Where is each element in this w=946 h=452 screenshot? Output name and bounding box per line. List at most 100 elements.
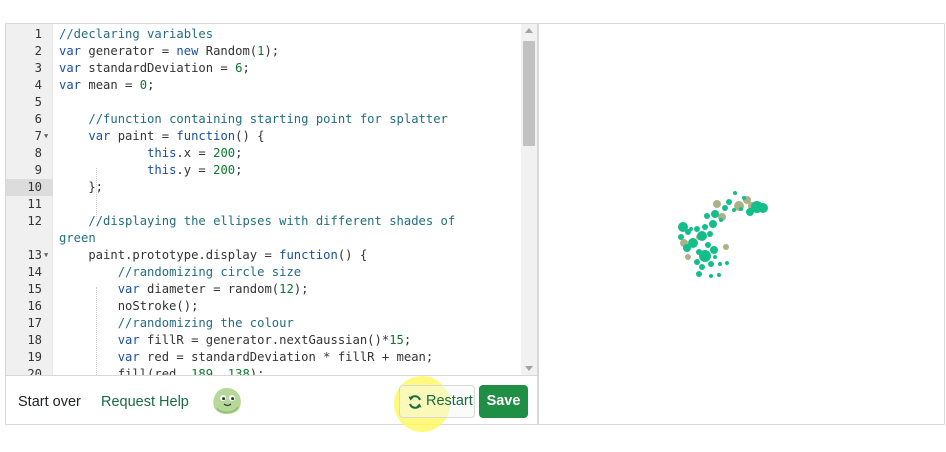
- code-line[interactable]: 7 ▼ var paint = function() {: [6, 128, 522, 145]
- indent-guide: [96, 168, 97, 219]
- save-button[interactable]: Save: [479, 385, 528, 418]
- code-line[interactable]: 6 //function containing starting point f…: [6, 111, 522, 128]
- fold-arrow-icon[interactable]: ▼: [44, 247, 48, 264]
- scroll-down-icon[interactable]: [525, 366, 533, 371]
- code-token: new: [176, 44, 199, 58]
- code-token: );: [249, 367, 265, 375]
- code-token: .x =: [176, 146, 214, 160]
- indent-guide: [96, 287, 97, 375]
- code-line[interactable]: 14 //randomizing circle size: [6, 264, 522, 281]
- splatter-dots: [678, 191, 768, 278]
- code-line[interactable]: 5: [6, 94, 522, 111]
- code-token: ;: [403, 333, 412, 347]
- code-line[interactable]: 11: [6, 196, 522, 213]
- code-token: red = standardDeviation * fillR + mean;: [139, 350, 434, 364]
- code-token: 189: [191, 367, 214, 375]
- code-token: var: [59, 61, 82, 75]
- code-line[interactable]: 1 //declaring variables: [6, 26, 522, 43]
- code-line[interactable]: 15 var diameter = random(12);: [6, 281, 522, 298]
- scroll-up-icon[interactable]: [525, 28, 533, 33]
- line-number: 2: [34, 44, 42, 58]
- code-text: //declaring variables: [59, 26, 213, 43]
- code-token: //randomizing the colour: [117, 316, 294, 330]
- start-over-link[interactable]: Start over: [18, 393, 81, 411]
- code-token: 15: [389, 333, 404, 347]
- editor-scrollbar[interactable]: [521, 24, 537, 375]
- line-number: 15: [27, 282, 42, 296]
- code-token: 0: [139, 78, 148, 92]
- code-token: mean =: [81, 78, 140, 92]
- code-text: this.y = 200;: [59, 162, 242, 179]
- code-line[interactable]: 13 ▼ paint.prototype.display = function()…: [6, 247, 522, 264]
- code-editor[interactable]: 1 //declaring variables 2 var generator = n…: [6, 24, 537, 375]
- scrollbar-thumb[interactable]: [523, 41, 535, 146]
- code-text: fill(red, 189, 138);: [59, 366, 265, 375]
- code-line[interactable]: 12 //displaying the ellipses with differ…: [6, 213, 522, 230]
- line-number: 14: [27, 265, 42, 279]
- line-number: 11: [27, 197, 42, 211]
- code-token: //declaring variables: [59, 27, 214, 41]
- code-token: function: [176, 129, 236, 143]
- code-token: fill(red,: [59, 367, 192, 375]
- code-token: var: [59, 44, 82, 58]
- code-token: function: [279, 248, 338, 262]
- editor-toolbar: Start over Request Help Restart Save: [6, 375, 537, 432]
- code-text: var red = standardDeviation * fillR + me…: [59, 349, 434, 366]
- help-avatar-icon[interactable]: [208, 383, 244, 419]
- code-token: );: [293, 282, 309, 296]
- code-line[interactable]: 16 noStroke();: [6, 298, 522, 315]
- code-token: standardDeviation =: [81, 61, 236, 75]
- code-token: 200: [213, 163, 236, 177]
- code-line[interactable]: green: [6, 230, 522, 247]
- code-line[interactable]: 3 var standardDeviation = 6;: [6, 60, 522, 77]
- code-line[interactable]: 17 //randomizing the colour: [6, 315, 522, 332]
- line-number: 16: [27, 299, 42, 313]
- code-text: var paint = function() {: [59, 128, 264, 145]
- code-text: //function containing starting point for…: [59, 111, 448, 128]
- code-token: 12: [279, 282, 294, 296]
- code-token: //displaying the ellipses with different…: [88, 214, 456, 228]
- code-line[interactable]: 9 this.y = 200;: [6, 162, 522, 179]
- code-token: 138: [227, 367, 250, 375]
- refresh-icon: [408, 395, 422, 409]
- code-token: .y =: [176, 163, 214, 177]
- line-number: 4: [34, 78, 42, 92]
- code-text: //randomizing circle size: [59, 264, 301, 281]
- code-text: var mean = 0;: [59, 77, 154, 94]
- code-token: );: [264, 44, 280, 58]
- code-token: ;: [235, 163, 243, 177]
- code-line[interactable]: 19 var red = standardDeviation * fillR +…: [6, 349, 522, 366]
- code-token: () {: [235, 129, 265, 143]
- line-number: 3: [34, 61, 42, 75]
- line-number: [6, 230, 53, 247]
- fold-arrow-icon[interactable]: ▼: [44, 128, 48, 145]
- code-line[interactable]: 20 fill(red, 189, 138);: [6, 366, 522, 375]
- code-line[interactable]: 18 var fillR = generator.nextGaussian()*…: [6, 332, 522, 349]
- code-line[interactable]: 2 var generator = new Random(1);: [6, 43, 522, 60]
- code-token: green: [59, 231, 96, 245]
- restart-button[interactable]: Restart: [399, 385, 475, 418]
- code-token: this: [147, 163, 177, 177]
- code-token: () {: [337, 248, 368, 262]
- code-line[interactable]: 10 };: [6, 179, 522, 196]
- code-token: var: [88, 129, 111, 143]
- line-number: 12: [27, 214, 42, 228]
- code-lines[interactable]: 1 //declaring variables 2 var generator = n…: [6, 26, 522, 375]
- code-text: //randomizing the colour: [59, 315, 294, 332]
- line-number: 8: [34, 146, 42, 160]
- code-line[interactable]: 8 this.x = 200;: [6, 145, 522, 162]
- request-help-link[interactable]: Request Help: [101, 393, 189, 411]
- line-number: 17: [27, 316, 42, 330]
- code-token: ;: [242, 61, 250, 75]
- code-token: var: [59, 78, 82, 92]
- code-line[interactable]: 4 var mean = 0;: [6, 77, 522, 94]
- code-token: Random(: [198, 44, 258, 58]
- program-output-canvas[interactable]: [539, 24, 944, 424]
- code-token: //randomizing circle size: [117, 265, 302, 279]
